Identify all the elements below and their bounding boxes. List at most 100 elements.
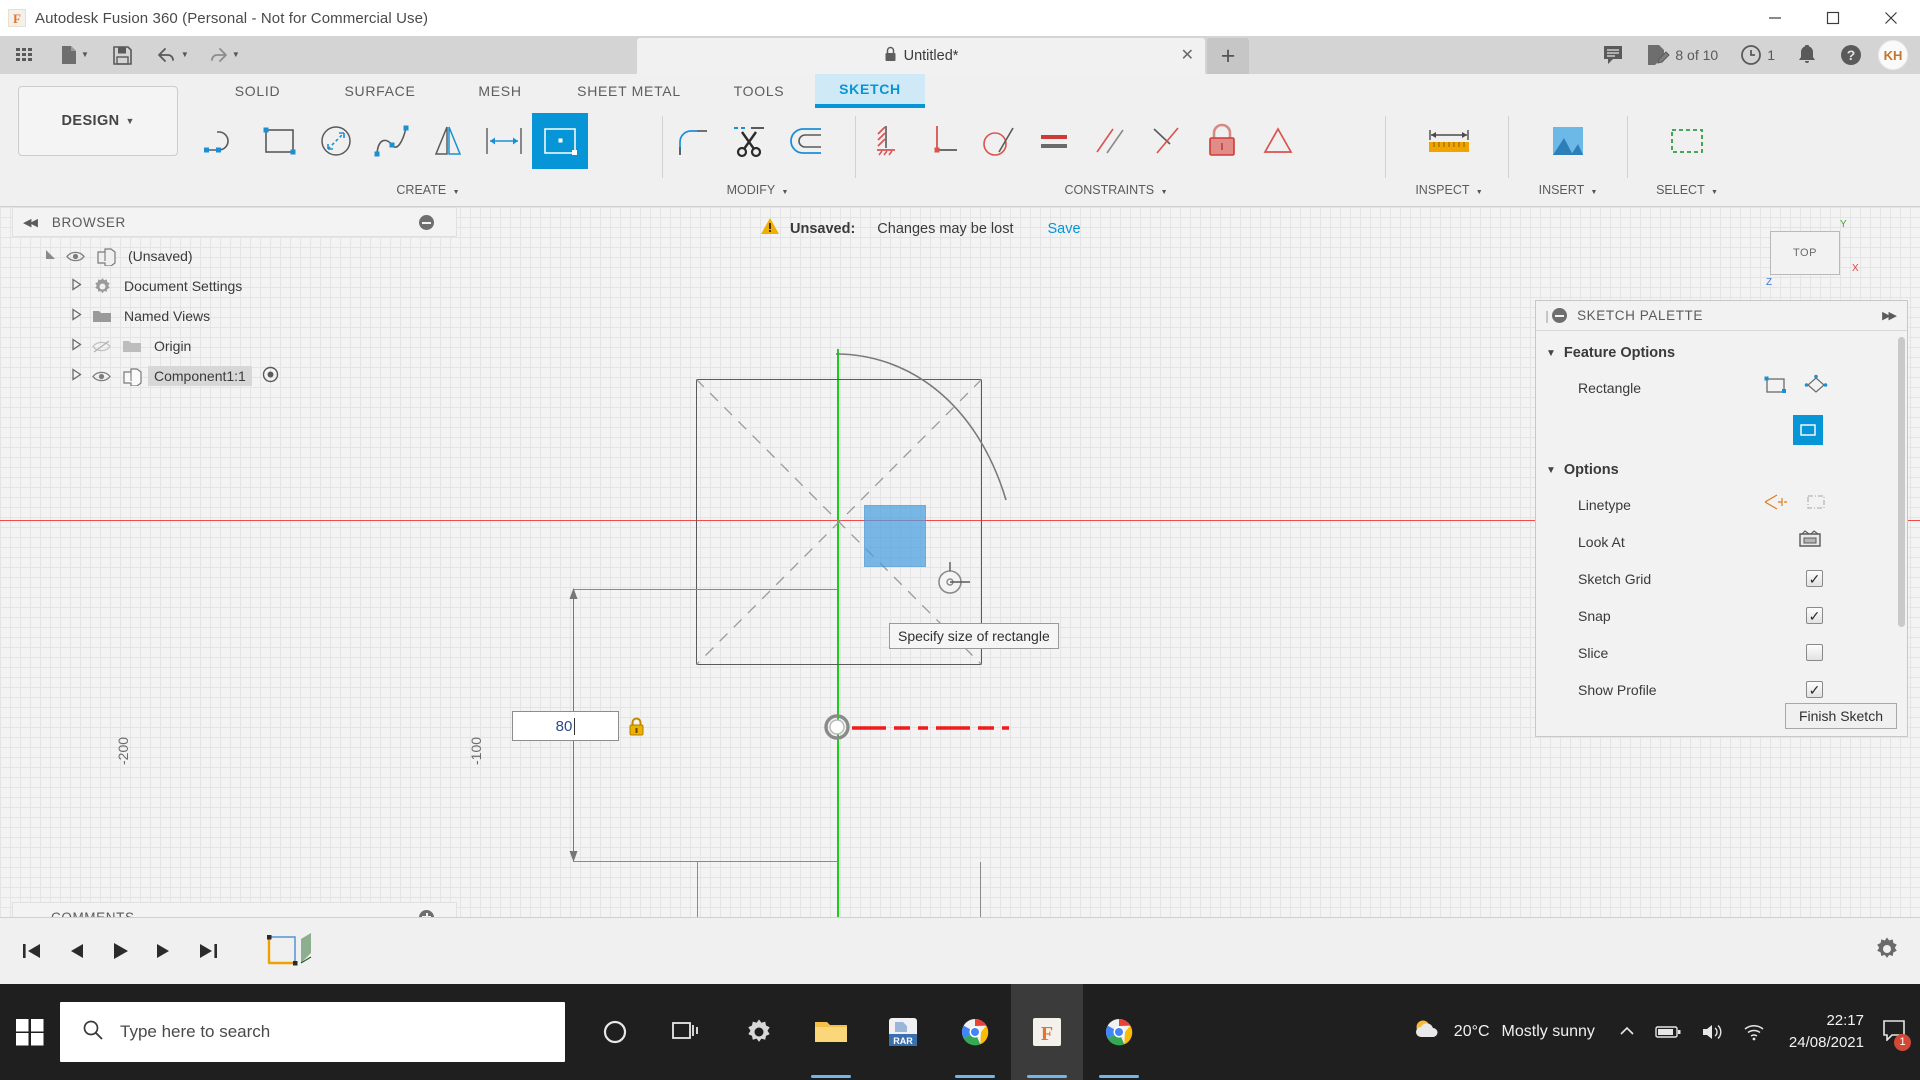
tab-tools[interactable]: TOOLS	[703, 74, 815, 108]
rectangle-tool-icon[interactable]	[252, 113, 308, 169]
save-icon[interactable]	[107, 36, 138, 74]
cortana-icon[interactable]	[579, 984, 651, 1080]
tab-sheet-metal[interactable]: SHEET METAL	[555, 74, 703, 108]
section-feature-options[interactable]: ▼ Feature Options	[1536, 337, 1907, 369]
offset-tool-icon[interactable]	[777, 113, 833, 169]
tab-solid[interactable]: SOLID	[200, 74, 315, 108]
construction-line-icon[interactable]	[1763, 491, 1789, 518]
tree-node-document-settings[interactable]: Document Settings	[12, 271, 457, 301]
tab-surface[interactable]: SURFACE	[315, 74, 445, 108]
symmetry-constraint-icon[interactable]	[1250, 113, 1306, 169]
look-at-icon[interactable]	[1797, 528, 1823, 555]
fusion360-icon[interactable]: F	[1011, 984, 1083, 1080]
redo-icon[interactable]: ▼	[203, 36, 244, 74]
rectangle-2point-icon[interactable]	[1763, 374, 1789, 401]
chevron-down-icon[interactable]: ▼	[81, 51, 89, 59]
volume-icon[interactable]	[1691, 1023, 1733, 1041]
close-tab-icon[interactable]: ✕	[1181, 47, 1194, 63]
chrome-secondary-icon[interactable]	[1083, 984, 1155, 1080]
wifi-icon[interactable]	[1733, 1023, 1775, 1041]
document-tab[interactable]: Untitled* ✕	[637, 38, 1205, 74]
activate-component-icon[interactable]	[262, 366, 279, 386]
slice-checkbox[interactable]	[1806, 644, 1823, 661]
timeline-settings-gear-icon[interactable]	[1874, 936, 1900, 967]
line-tool-icon[interactable]	[196, 113, 252, 169]
tree-node-component1[interactable]: Component1:1	[12, 361, 457, 391]
undo-icon[interactable]: ▼	[152, 36, 193, 74]
comments-bar[interactable]: COMMENTS	[12, 902, 457, 917]
measure-ruler-icon[interactable]	[1421, 113, 1477, 169]
taskbar-clock[interactable]: 22:17 24/08/2021	[1775, 1010, 1878, 1054]
chevron-down-icon[interactable]: ▼	[1476, 189, 1483, 196]
fix-ground-constraint-icon[interactable]	[858, 113, 914, 169]
chrome-icon[interactable]	[939, 984, 1011, 1080]
chevron-down-icon[interactable]: ▼	[232, 51, 240, 59]
settings-gear-icon[interactable]	[723, 984, 795, 1080]
minus-circle-icon[interactable]	[419, 214, 434, 230]
expand-arrow-icon[interactable]	[66, 338, 86, 354]
rectangle-center-tool-icon-selected[interactable]	[532, 113, 588, 169]
mirror-tool-icon[interactable]	[420, 113, 476, 169]
circle-tool-icon[interactable]	[308, 113, 364, 169]
search-input[interactable]: Type here to search	[60, 1002, 565, 1062]
lock-fix-constraint-icon[interactable]	[1194, 113, 1250, 169]
app-grid-icon[interactable]	[8, 36, 40, 74]
checkbox-checked-icon[interactable]: ✓	[1806, 570, 1823, 587]
clock-icon[interactable]: 1	[1729, 36, 1786, 74]
show-hidden-icons-icon[interactable]	[1609, 1025, 1645, 1039]
trim-scissors-icon[interactable]	[721, 113, 777, 169]
battery-icon[interactable]	[1645, 1024, 1691, 1040]
minus-circle-icon[interactable]	[1552, 308, 1568, 323]
expand-right-icon[interactable]: ▶▶	[1882, 309, 1897, 322]
expand-arrow-icon[interactable]	[40, 248, 60, 264]
tab-sketch[interactable]: SKETCH	[815, 74, 925, 108]
avatar[interactable]: KH	[1878, 40, 1908, 70]
fillet-tool-icon[interactable]	[665, 113, 721, 169]
chevron-down-icon[interactable]: ▼	[1590, 189, 1597, 196]
plus-circle-icon[interactable]	[419, 909, 434, 917]
rectangle-2point-icon-selected[interactable]	[1793, 415, 1823, 445]
tangent-constraint-icon[interactable]	[970, 113, 1026, 169]
sketch-feature-icon[interactable]	[256, 931, 340, 971]
arc-endpoint-handle[interactable]	[930, 562, 970, 602]
dimension-input-vertical[interactable]: 80	[512, 711, 619, 741]
weather-widget[interactable]: 20°C Mostly sunny	[1398, 1017, 1609, 1048]
minimize-icon[interactable]	[1746, 0, 1804, 36]
jump-end-icon[interactable]	[186, 940, 230, 962]
profile-fill-region[interactable]	[864, 505, 926, 567]
winrar-icon[interactable]: RAR	[867, 984, 939, 1080]
collapse-left-icon[interactable]: ◀◀	[23, 216, 38, 229]
parallel-constraint-icon[interactable]	[1082, 113, 1138, 169]
expand-arrow-icon[interactable]	[66, 368, 86, 384]
chevron-down-icon[interactable]: ▼	[781, 189, 788, 196]
sketch-dimension-tool-icon[interactable]	[476, 113, 532, 169]
drag-handle-icon[interactable]: ❘	[1542, 309, 1552, 323]
notifications-bell-icon[interactable]	[1786, 36, 1828, 74]
help-icon[interactable]: ?	[1828, 36, 1874, 74]
save-link[interactable]: Save	[1048, 221, 1081, 237]
origin-point-icon[interactable]	[822, 712, 852, 742]
visibility-eye-hidden-icon[interactable]	[86, 340, 116, 353]
spline-tool-icon[interactable]	[364, 113, 420, 169]
palette-finish-sketch-button[interactable]: Finish Sketch	[1784, 703, 1897, 729]
midpoint-constraint-icon[interactable]	[1138, 113, 1194, 169]
checkbox-checked-icon[interactable]: ✓	[1806, 607, 1823, 624]
jump-start-icon[interactable]	[10, 940, 54, 962]
tree-node-unsaved[interactable]: (Unsaved)	[12, 241, 457, 271]
section-options[interactable]: ▼ Options	[1536, 454, 1907, 486]
sketch-grid-checkbox[interactable]: ✓	[1806, 570, 1823, 587]
lock-dimension-icon[interactable]	[628, 717, 645, 736]
snap-checkbox[interactable]: ✓	[1806, 607, 1823, 624]
chevron-down-icon[interactable]: ▼	[1161, 189, 1168, 196]
show-profile-checkbox[interactable]: ✓	[1806, 681, 1823, 698]
tab-mesh[interactable]: MESH	[445, 74, 555, 108]
new-tab-button[interactable]: +	[1207, 38, 1249, 74]
rectangle-center-icon[interactable]	[1803, 374, 1829, 401]
windows-start-icon[interactable]	[0, 984, 60, 1080]
tree-node-named-views[interactable]: Named Views	[12, 301, 457, 331]
sketch-palette[interactable]: ❘ SKETCH PALETTE ▶▶ ▼ Feature Options Re…	[1535, 300, 1908, 737]
file-explorer-icon[interactable]	[795, 984, 867, 1080]
select-window-icon[interactable]	[1659, 113, 1715, 169]
task-view-icon[interactable]	[651, 984, 723, 1080]
visibility-eye-icon[interactable]	[60, 250, 90, 263]
